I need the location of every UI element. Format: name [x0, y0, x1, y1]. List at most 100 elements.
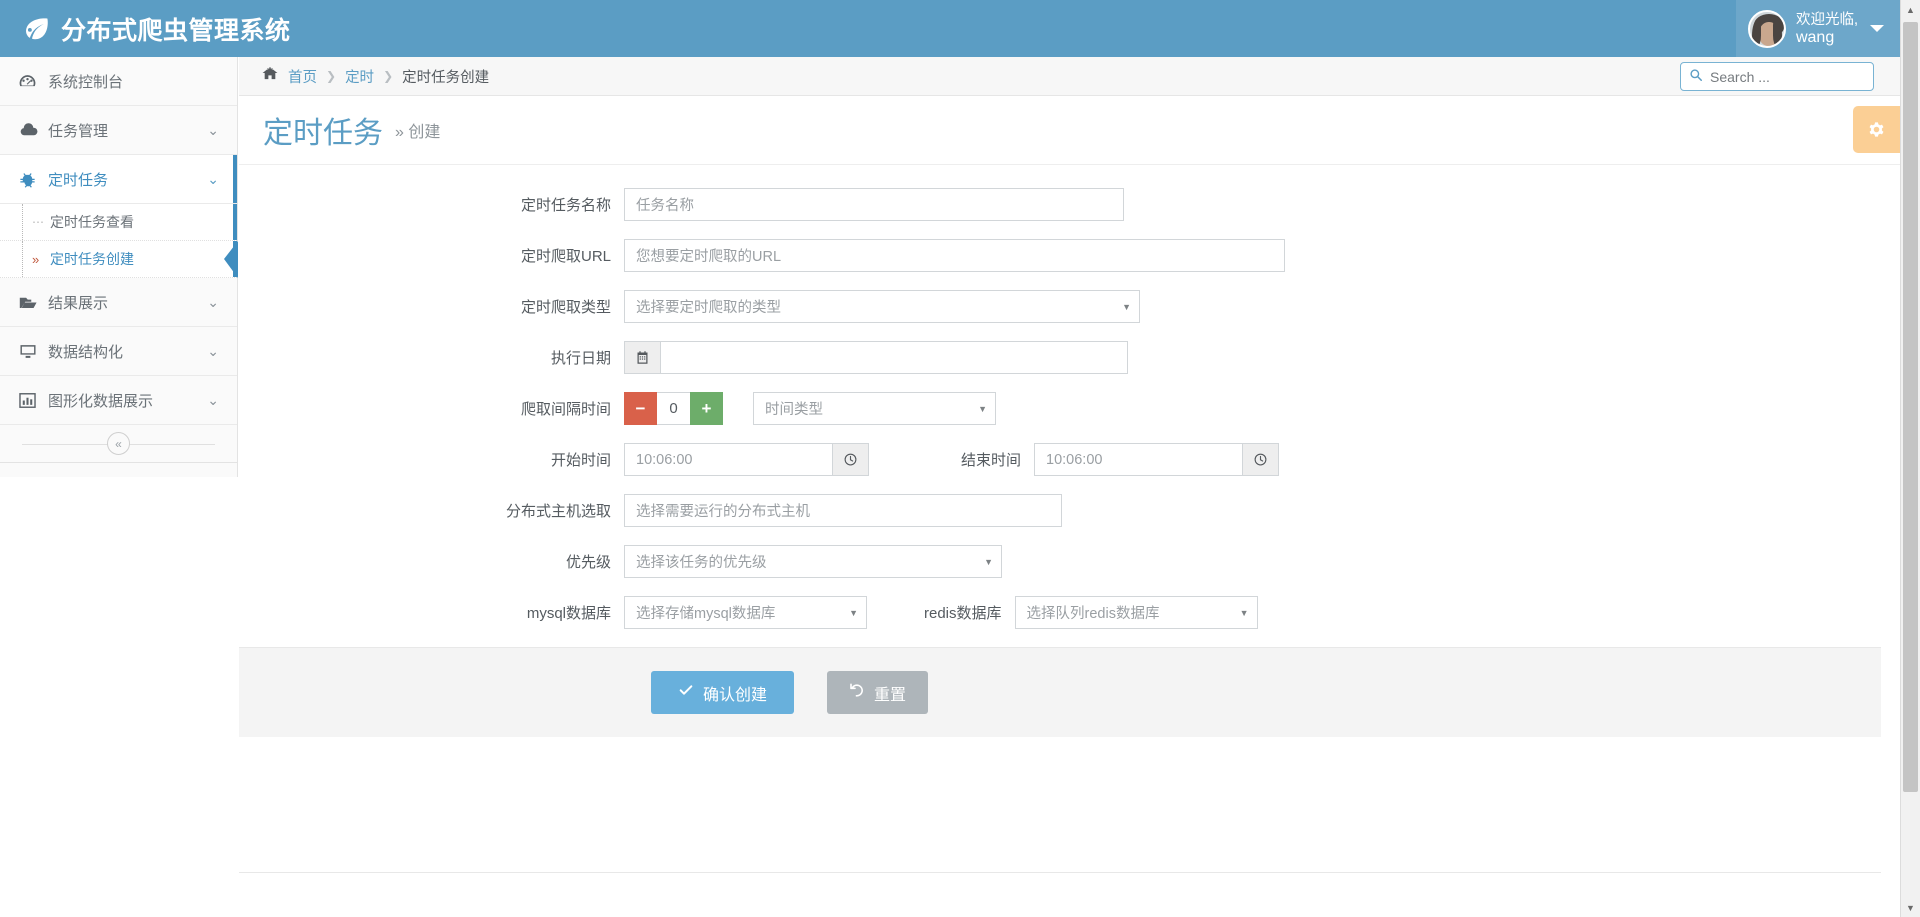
sidebar-item-view-scheduled-tasks[interactable]: ⋯ 定时任务查看: [0, 204, 237, 241]
chevron-down-icon[interactable]: ⌄: [207, 171, 219, 188]
user-login: wang: [1795, 28, 1835, 46]
desktop-icon: [18, 342, 48, 361]
search-input[interactable]: [1710, 68, 1865, 85]
breadcrumb-item-scheduled[interactable]: 定时: [345, 66, 374, 87]
sidebar-item-label: 数据结构化: [48, 343, 124, 361]
form-row-times: 开始时间 10:06:00 结束时间 10:06:00: [239, 443, 1900, 476]
form-row-task-name: 定时任务名称 任务名称: [239, 188, 1900, 221]
mysql-db-value: 选择存储mysql数据库: [636, 606, 776, 622]
active-indicator: [233, 204, 237, 240]
sidebar-item-chart-display[interactable]: 图形化数据展示 ⌄: [0, 376, 237, 425]
search-box[interactable]: [1680, 62, 1874, 91]
breadcrumb-item-home[interactable]: 首页: [288, 66, 317, 87]
sidebar-item-label: 任务管理: [48, 122, 109, 140]
crawl-url-input[interactable]: 您想要定时爬取的URL: [624, 239, 1285, 272]
active-pointer-arrow: [224, 241, 238, 278]
interval-unit-select[interactable]: 时间类型 ▼: [753, 392, 996, 425]
label-priority: 优先级: [565, 554, 611, 571]
chevron-down-icon: ▼: [978, 403, 987, 414]
sidebar-item-results[interactable]: 结果展示 ⌄: [0, 278, 237, 327]
submit-button-label: 确认创建: [702, 686, 767, 704]
active-indicator: [233, 155, 237, 203]
sidebar-item-scheduled-task[interactable]: 定时任务 ⌄: [0, 155, 237, 204]
user-greeting: 欢迎光临,: [1795, 11, 1858, 28]
tree-line: [22, 204, 23, 240]
settings-gear-button[interactable]: [1853, 106, 1900, 153]
label-host-select: 分布式主机选取: [505, 503, 611, 520]
label-start-time: 开始时间: [550, 452, 611, 469]
chevron-down-icon: ▼: [1239, 607, 1249, 618]
sidebar-subitem-label: 定时任务创建: [50, 251, 134, 267]
scrollbar-thumb[interactable]: [1903, 22, 1918, 792]
exec-date-input[interactable]: [660, 341, 1128, 374]
chevron-down-icon[interactable]: ⌄: [207, 343, 219, 360]
chevron-down-icon: ▼: [1122, 301, 1131, 312]
cloud-icon: [18, 121, 48, 140]
label-exec-date: 执行日期: [550, 350, 611, 367]
scrollbar-down-arrow[interactable]: ▼: [1901, 898, 1920, 917]
submit-button[interactable]: 确认创建: [651, 671, 794, 714]
tree-line: [22, 241, 23, 277]
sidebar-item-label: 定时任务: [48, 171, 109, 189]
brand-logo[interactable]: 分布式爬虫管理系统: [0, 0, 290, 57]
redis-db-value: 选择队列redis数据库: [1026, 606, 1160, 622]
chevron-down-icon[interactable]: ⌄: [207, 294, 219, 311]
page-title: 定时任务: [263, 117, 383, 150]
calendar-icon[interactable]: [624, 341, 660, 374]
sidebar-item-task-management[interactable]: 任务管理 ⌄: [0, 106, 237, 155]
collapse-chevrons-icon[interactable]: «: [107, 432, 130, 455]
tree-marker: ⋯: [32, 215, 44, 229]
page-subtitle: » 创建: [395, 124, 441, 141]
interval-increment-button[interactable]: +: [690, 392, 723, 425]
gear-icon: [1869, 122, 1884, 137]
interval-decrement-button[interactable]: −: [624, 392, 657, 425]
bug-icon: [18, 170, 48, 189]
priority-select[interactable]: 选择该任务的优先级 ▼: [624, 545, 1002, 578]
clock-icon[interactable]: [1243, 443, 1280, 476]
form-row-databases: mysql数据库 选择存储mysql数据库 ▼ redis数据库 选择队列red…: [239, 596, 1900, 629]
scrollbar-up-arrow[interactable]: ▲: [1901, 0, 1920, 19]
sidebar-item-dashboard[interactable]: 系统控制台: [0, 57, 237, 106]
search-icon: [1689, 68, 1703, 85]
scheduled-task-form: 定时任务名称 任务名称 定时爬取URL 您想要定时爬取的URL 定时爬取类型 选…: [239, 165, 1900, 873]
check-icon: [678, 682, 694, 703]
label-redis-db: redis数据库: [924, 605, 1002, 622]
crawl-type-value: 选择要定时爬取的类型: [636, 300, 781, 316]
redis-db-select[interactable]: 选择队列redis数据库 ▼: [1014, 596, 1258, 629]
home-icon[interactable]: [261, 65, 279, 87]
form-row-exec-date: 执行日期: [239, 341, 1900, 374]
sidebar-subitem-label: 定时任务查看: [50, 214, 134, 230]
task-name-input[interactable]: 任务名称: [624, 188, 1124, 221]
end-time-input[interactable]: 10:06:00: [1034, 443, 1244, 476]
page-scrollbar[interactable]: ▲ ▼: [1900, 0, 1920, 917]
exec-date-group: [624, 341, 1128, 374]
label-end-time: 结束时间: [961, 452, 1022, 469]
label-crawl-url: 定时爬取URL: [520, 248, 611, 265]
host-select-input[interactable]: 选择需要运行的分布式主机: [624, 494, 1062, 527]
page-header: 定时任务 » 创建: [239, 96, 1900, 165]
undo-icon: [849, 682, 865, 703]
clock-icon[interactable]: [833, 443, 869, 476]
sidebar-item-label: 结果展示: [48, 294, 109, 312]
label-mysql-db: mysql数据库: [526, 605, 611, 622]
end-time-group: 10:06:00: [1034, 443, 1280, 476]
leaf-icon: [26, 17, 48, 39]
mysql-db-select[interactable]: 选择存储mysql数据库 ▼: [624, 596, 867, 629]
start-time-input[interactable]: 10:06:00: [624, 443, 833, 476]
crawl-type-select[interactable]: 选择要定时爬取的类型 ▼: [624, 290, 1140, 323]
interval-unit-value: 时间类型: [765, 402, 823, 418]
chevron-down-icon[interactable]: ⌄: [207, 122, 219, 139]
reset-button[interactable]: 重置: [827, 671, 929, 714]
form-action-bar: 确认创建 重置: [239, 647, 1881, 737]
brand-title: 分布式爬虫管理系统: [61, 16, 291, 45]
sidebar-item-create-scheduled-task[interactable]: » 定时任务创建: [0, 241, 238, 278]
user-menu[interactable]: 欢迎光临, wang: [1735, 0, 1900, 57]
priority-value: 选择该任务的优先级: [636, 555, 767, 571]
start-time-group: 10:06:00: [624, 443, 869, 476]
chevron-down-icon[interactable]: [1870, 25, 1884, 32]
breadcrumb-separator: ❯: [383, 69, 394, 83]
main-content: 首页 ❯ 定时 ❯ 定时任务创建 定时任务 » 创建 定时任务名称 任务名称 定…: [239, 57, 1900, 917]
sidebar-item-data-structuring[interactable]: 数据结构化 ⌄: [0, 327, 237, 376]
chevron-down-icon[interactable]: ⌄: [207, 392, 219, 409]
interval-value[interactable]: 0: [657, 392, 690, 425]
